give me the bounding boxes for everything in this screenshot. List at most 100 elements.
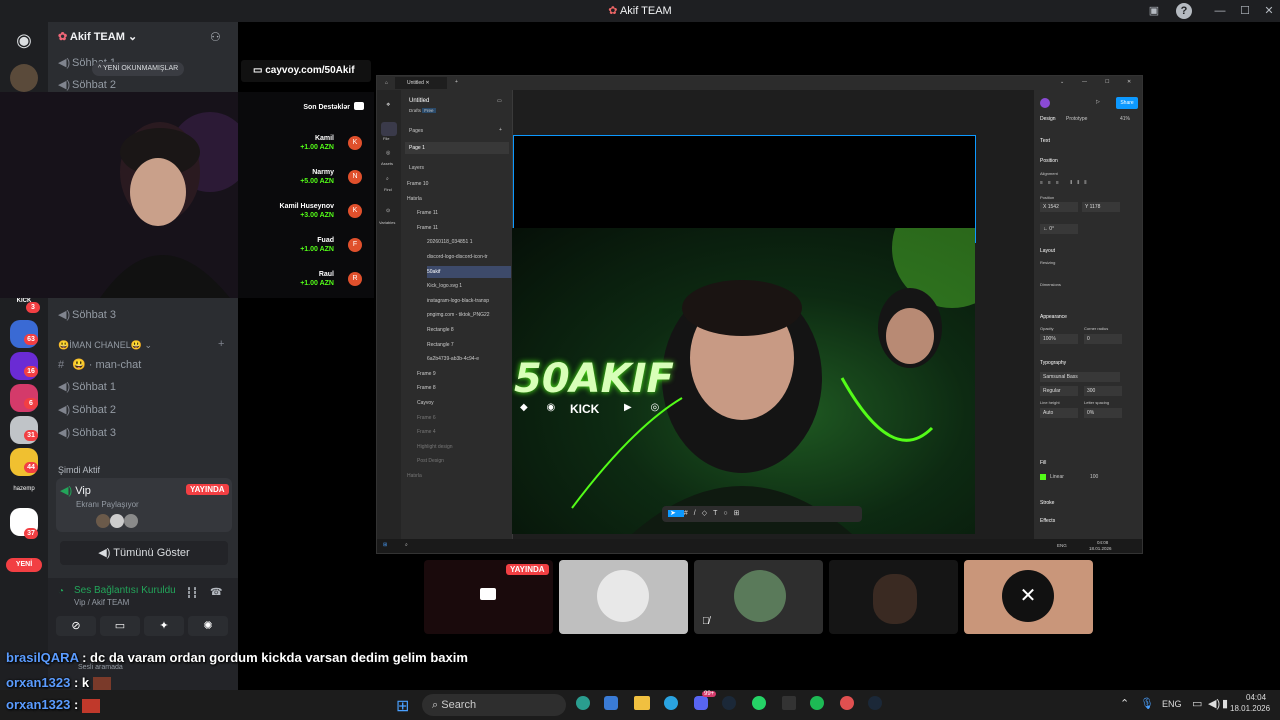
layer-item[interactable]: Frame 11 [417, 207, 511, 219]
corner-field[interactable]: 0 [1084, 334, 1122, 344]
discord-home-icon[interactable]: ◉ [10, 26, 38, 54]
epic-games-icon[interactable] [782, 696, 796, 710]
tab-untitled[interactable]: Untitled ✕ [395, 77, 447, 89]
invite-people-icon[interactable]: ⚇ [210, 30, 221, 44]
fill-type[interactable]: Linear [1050, 474, 1064, 480]
zoom-level[interactable]: 41% [1120, 116, 1130, 122]
start-icon[interactable]: ⊞ [396, 696, 409, 716]
unread-pill[interactable]: ^ YENİ OKUNMAMIŞLAR [92, 62, 185, 76]
weight-select[interactable]: Regular [1040, 386, 1078, 396]
figma-close[interactable]: ✕ [1127, 79, 1131, 85]
clock-time[interactable]: 04:04 [1246, 693, 1266, 702]
create-channel-icon[interactable]: + [218, 338, 224, 350]
camera-off-button[interactable]: ⊘ [56, 616, 96, 636]
layer-item[interactable]: Cayvoy [417, 397, 511, 409]
banner-artwork[interactable]: 50AKIF ◆ ◉ KICK ▶ ◎ ➤ #/◇T○⊞ [512, 228, 975, 534]
figma-bottom-toolbar[interactable]: ➤ #/◇T○⊞ [662, 506, 862, 522]
file-name[interactable]: Untitled [409, 98, 429, 104]
font-select[interactable]: Samsunal Bass [1040, 372, 1120, 382]
user-avatar[interactable] [1040, 98, 1050, 108]
layer-item[interactable]: Rectangle 7 [427, 339, 511, 351]
layer-item[interactable]: 50akif [427, 265, 511, 278]
letter-spacing-field[interactable]: 0% [1084, 408, 1122, 418]
layer-item[interactable]: Highlight design [417, 441, 511, 453]
tray-overflow-icon[interactable]: ⌃ [1120, 697, 1129, 710]
new-tab-icon[interactable]: + [455, 79, 458, 85]
server-header[interactable]: ✿ Akif TEAM ⌄ [58, 30, 137, 43]
layer-item[interactable]: Hatırla [407, 470, 511, 482]
obs-icon[interactable] [840, 696, 854, 710]
participant-tile-cat[interactable] [559, 560, 688, 634]
layer-item[interactable]: Frame 8 [417, 382, 511, 394]
store-icon[interactable] [604, 696, 618, 710]
layer-item[interactable]: Hatırla [407, 193, 511, 205]
layer-item[interactable]: 6a2b4739-ab3b-4c94-e [427, 353, 511, 365]
explorer-icon[interactable] [634, 696, 650, 710]
home-icon[interactable]: ⌂ [385, 80, 388, 86]
participant-tile-streamer[interactable]: YAYINDA [424, 560, 553, 634]
rotation-field[interactable]: ∟ 0° [1040, 224, 1078, 234]
share-button[interactable]: Share [1116, 97, 1138, 109]
add-page-icon[interactable]: + [499, 127, 502, 133]
show-all-button[interactable]: ◀) Tümünü Göster [60, 541, 228, 565]
layer-item[interactable]: pngimg.com - tiktok_PNG22 [427, 309, 511, 321]
clock-date[interactable]: 18.01.2026 [1230, 704, 1270, 713]
microphone-icon[interactable]: 🎙 [1140, 697, 1154, 710]
whatsapp-icon[interactable] [752, 696, 766, 710]
inner-search-icon[interactable]: ⌕ [405, 542, 408, 548]
voice-channel-sohbat-3[interactable]: ◀) Söhbat 3 [58, 308, 116, 328]
network-icon[interactable]: ▭ [1192, 697, 1202, 710]
inbox-icon[interactable]: ▣ [1146, 3, 1162, 19]
figma-maximize[interactable]: ☐ [1105, 79, 1109, 85]
layer-item[interactable]: Frame 6 [417, 412, 511, 424]
tab-prototype[interactable]: Prototype [1066, 116, 1087, 122]
noise-suppression-icon[interactable]: ┇┇ [186, 588, 198, 599]
layer-item[interactable]: instagram-logo-black-transp [427, 295, 511, 307]
page-item[interactable]: Page 1 [405, 142, 509, 154]
participant-tile-user[interactable]: 🎙̸ [694, 560, 823, 634]
edge-icon[interactable] [576, 696, 590, 710]
language-indicator[interactable]: ENG [1162, 699, 1182, 709]
layer-item[interactable]: Frame 4 [417, 426, 511, 438]
soundboard-button[interactable]: ✺ [188, 616, 228, 636]
help-icon[interactable]: ? [1176, 3, 1192, 19]
line-height-field[interactable]: Auto [1040, 408, 1078, 418]
server-icon-akif[interactable] [10, 64, 38, 92]
voice-channel-sohbat-1b[interactable]: ◀) Söhbat 1 [58, 380, 116, 400]
close-button[interactable]: ✕ [1261, 3, 1277, 19]
telegram-icon[interactable] [664, 696, 678, 710]
activities-button[interactable]: ✦ [144, 616, 184, 636]
volume-icon[interactable]: ◀) [1208, 697, 1220, 710]
active-now-card[interactable]: ◀) Vip YAYINDA Ekranı Paylaşıyor [56, 478, 232, 532]
maximize-button[interactable]: ☐ [1237, 3, 1253, 19]
sidebar-toggle-icon[interactable]: ▭ [497, 98, 502, 104]
share-screen-button[interactable]: ▭ [100, 616, 140, 636]
layer-item[interactable]: Kick_logo.svg 1 [427, 280, 511, 292]
tab-design[interactable]: Design [1040, 116, 1056, 122]
size-field[interactable]: 300 [1084, 386, 1122, 396]
disconnect-icon[interactable]: ☎ [210, 587, 222, 598]
pos-y-field[interactable]: Y 1178 [1082, 202, 1120, 212]
spotify-icon[interactable] [810, 696, 824, 710]
category-iman[interactable]: 😃İMAN CHANEL😃 ⌄ [58, 340, 152, 351]
participant-tile-user3[interactable]: ✕ [964, 560, 1093, 634]
taskbar-search[interactable]: ⌕ Search [422, 694, 566, 716]
present-icon[interactable]: ▷ [1096, 99, 1100, 105]
layer-item[interactable]: Frame 11 [417, 222, 511, 234]
layer-item[interactable]: Post Design [417, 455, 511, 467]
layer-item[interactable]: Rectangle 8 [427, 324, 511, 336]
steam-icon[interactable] [722, 696, 736, 710]
layer-item[interactable]: Frame 10 [407, 178, 511, 190]
layer-item[interactable]: 20260118_034851 1 [427, 236, 511, 248]
file-tool-icon[interactable] [381, 122, 397, 136]
find-icon[interactable]: ⌕ [386, 176, 389, 182]
minimize-button[interactable]: — [1212, 3, 1228, 19]
discord-icon[interactable] [694, 696, 708, 710]
voice-channel-sohbat-2b[interactable]: ◀) Söhbat 2 [58, 403, 116, 423]
layer-item[interactable]: discord-logo-discord-icon-tr [427, 251, 511, 263]
figma-minimize[interactable]: — [1082, 79, 1087, 85]
inner-start-icon[interactable]: ⊞ [383, 542, 387, 548]
move-tool-icon[interactable]: ➤ [668, 510, 684, 517]
fill-swatch[interactable] [1040, 474, 1046, 480]
layer-item[interactable]: Frame 9 [417, 368, 511, 380]
